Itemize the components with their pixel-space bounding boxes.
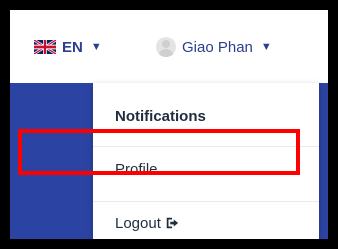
logout-label: Logout	[115, 214, 161, 232]
user-avatar-icon	[156, 37, 176, 57]
language-selector[interactable]: EN ▼	[34, 35, 102, 59]
notifications-menu-item[interactable]: Notifications	[115, 105, 206, 127]
notifications-label: Notifications	[115, 107, 206, 125]
screenshot-frame: EN ▼ Giao Phan ▼ Notifications Profile L…	[10, 10, 328, 239]
caret-down-icon: ▼	[90, 41, 102, 53]
divider	[93, 201, 319, 202]
top-navbar: EN ▼ Giao Phan ▼	[10, 10, 328, 83]
logout-menu-item[interactable]: Logout	[115, 212, 179, 234]
profile-highlight-box	[18, 129, 300, 175]
uk-flag-icon	[34, 40, 56, 54]
user-menu-toggle[interactable]: Giao Phan ▼	[156, 33, 272, 61]
caret-down-icon: ▼	[260, 41, 272, 53]
user-name: Giao Phan	[182, 38, 253, 56]
language-label: EN	[62, 38, 83, 56]
sign-out-icon	[166, 217, 179, 229]
